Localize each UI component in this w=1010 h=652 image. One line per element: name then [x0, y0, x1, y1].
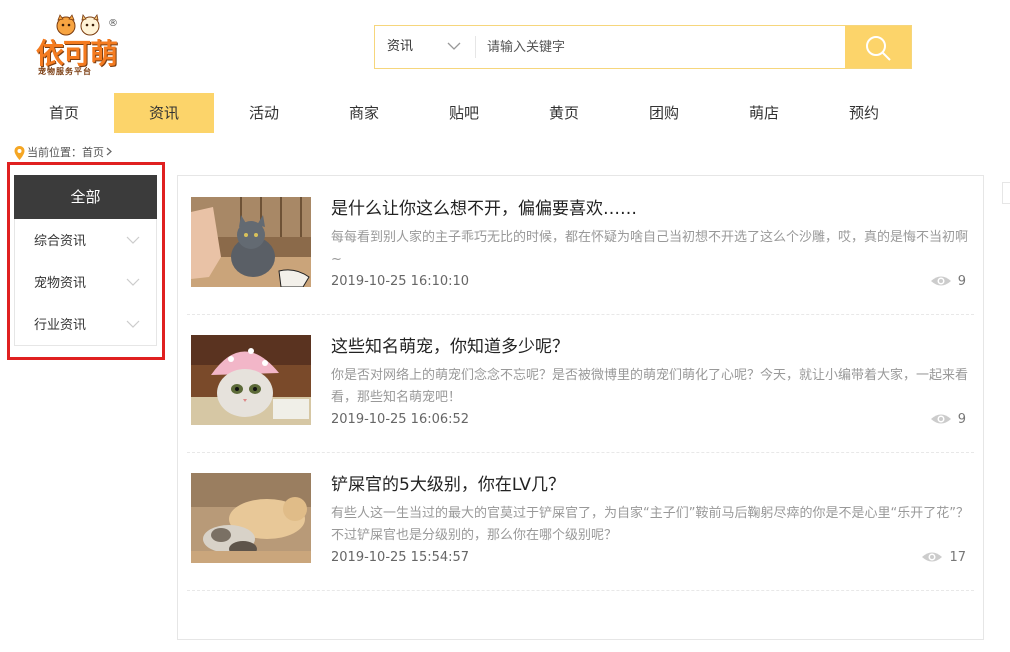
category-item-industry[interactable]: 行业资讯 [15, 305, 156, 347]
eye-icon [930, 414, 951, 424]
article-date: 2019-10-25 16:10:10 [331, 274, 470, 289]
category-item-pets[interactable]: 宠物资讯 [15, 263, 156, 305]
search-button[interactable] [845, 26, 911, 68]
article-summary: 每每看到别人家的主子乖巧无比的时候，都在怀疑为啥自己当初想不开选了这么个沙雕，哎… [331, 230, 969, 267]
article-item[interactable]: 铲屎官的5大级别，你在LV几？ 有些人这一生当过的最大的官莫过于铲屎官了，为自家… [187, 452, 974, 591]
article-summary: 你是否对网络上的萌宠们念念不忘呢？是否被微博里的萌宠们萌化了心呢？今天，就让小编… [331, 368, 969, 405]
article-thumbnail[interactable] [191, 473, 311, 563]
nav-item-shop[interactable]: 萌店 [714, 93, 814, 133]
eye-icon [930, 276, 951, 286]
chevron-right-icon [106, 147, 112, 156]
nav-item-group-buy[interactable]: 团购 [614, 93, 714, 133]
search-type-select[interactable]: 资讯 [387, 26, 413, 68]
breadcrumb-prefix: 当前位置： [27, 146, 82, 159]
nav-item-forum[interactable]: 贴吧 [414, 93, 514, 133]
nav-item-news[interactable]: 资讯 [114, 93, 214, 133]
article-views: 17 [921, 550, 966, 565]
eye-icon [922, 552, 943, 562]
view-count: 17 [949, 550, 966, 565]
divider [475, 36, 476, 58]
search-input[interactable] [481, 26, 853, 68]
nav-item-home[interactable]: 首页 [14, 93, 114, 133]
search-icon [866, 36, 891, 61]
chevron-down-icon [126, 278, 140, 286]
search-bar: 资讯 [374, 25, 912, 69]
category-sidebar: 全部 综合资讯 宠物资讯 行业资讯 [14, 175, 157, 346]
registered-mark: ® [108, 18, 118, 29]
category-all[interactable]: 全部 [14, 175, 157, 219]
article-title[interactable]: 这些知名萌宠，你知道多少呢？ [331, 332, 569, 357]
article-summary: 有些人这一生当过的最大的官莫过于铲屎官了，为自家“主子们”鞍前马后鞠躬尽瘁的你是… [331, 506, 969, 543]
article-item[interactable]: 是什么让你这么想不开，偏偏要喜欢…… 每每看到别人家的主子乖巧无比的时候，都在怀… [187, 176, 974, 315]
nav-item-yellow-pages[interactable]: 黄页 [514, 93, 614, 133]
chevron-down-icon[interactable] [447, 39, 461, 53]
view-count: 9 [957, 412, 966, 427]
logo-subtitle: 宠物服务平台 [38, 67, 92, 76]
article-item[interactable]: 这些知名萌宠，你知道多少呢？ 你是否对网络上的萌宠们念念不忘呢？是否被微博里的萌… [187, 314, 974, 453]
nav-item-events[interactable]: 活动 [214, 93, 314, 133]
breadcrumb-home-link[interactable]: 首页 [82, 146, 104, 159]
article-thumbnail[interactable] [191, 335, 311, 425]
location-pin-icon [14, 146, 25, 160]
category-label: 行业资讯 [34, 318, 87, 333]
article-title[interactable]: 是什么让你这么想不开，偏偏要喜欢…… [331, 194, 637, 219]
category-item-general[interactable]: 综合资讯 [15, 221, 156, 263]
nav-item-merchants[interactable]: 商家 [314, 93, 414, 133]
view-count: 9 [957, 274, 966, 289]
breadcrumb: 当前位置：首页 [14, 145, 113, 161]
article-views: 9 [930, 274, 966, 289]
side-tab[interactable] [1002, 182, 1010, 204]
chevron-down-icon [126, 236, 140, 244]
article-date: 2019-10-25 16:06:52 [331, 412, 470, 427]
article-thumbnail[interactable] [191, 197, 311, 287]
nav-item-booking[interactable]: 预约 [814, 93, 914, 133]
article-list: 是什么让你这么想不开，偏偏要喜欢…… 每每看到别人家的主子乖巧无比的时候，都在怀… [177, 175, 984, 640]
category-label: 综合资讯 [34, 234, 87, 249]
category-label: 宠物资讯 [34, 276, 87, 291]
article-views: 9 [930, 412, 966, 427]
chevron-down-icon [126, 320, 140, 328]
logo[interactable]: 依可萌 ® 宠物服务平台 [34, 14, 124, 78]
article-date: 2019-10-25 15:54:57 [331, 550, 470, 565]
article-title[interactable]: 铲屎官的5大级别，你在LV几？ [331, 470, 565, 495]
